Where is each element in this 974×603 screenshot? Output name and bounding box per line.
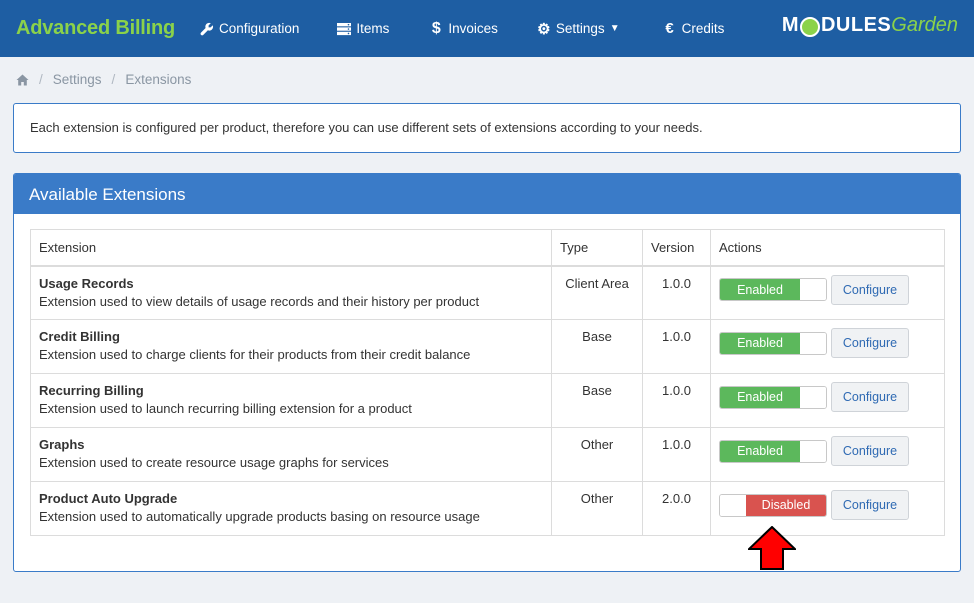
extension-version: 2.0.0 (642, 481, 711, 536)
configure-button[interactable]: Configure (831, 328, 909, 358)
breadcrumb-separator: / (39, 72, 43, 87)
toggle-knob (800, 440, 826, 462)
table-row: Credit Billing Extension used to charge c… (30, 319, 945, 374)
info-text: Each extension is configured per product… (30, 120, 703, 135)
globe-icon (799, 16, 820, 37)
configure-button[interactable]: Configure (831, 490, 909, 520)
status-toggle[interactable]: Enabled (719, 278, 827, 301)
server-icon (336, 21, 352, 37)
extension-description: Extension used to charge clients for the… (39, 347, 471, 362)
nav-configuration-label: Configuration (219, 21, 300, 36)
nav-credits[interactable]: € Credits (662, 0, 725, 57)
gear-icon: ⚙ (537, 20, 551, 38)
chevron-down-icon: ▼ (609, 23, 620, 34)
extensions-panel: Available Extensions Extension Type Vers… (13, 173, 961, 572)
column-header-version: Version (642, 229, 711, 267)
breadcrumb: / Settings / Extensions (16, 72, 191, 87)
toggle-knob (800, 332, 826, 354)
nav-settings-label: Settings (555, 21, 605, 36)
nav-items-label: Items (356, 21, 390, 36)
home-icon[interactable] (16, 74, 29, 86)
extension-type: Base (551, 373, 643, 428)
wrench-icon (199, 21, 215, 37)
nav-invoices[interactable]: $ Invoices (428, 0, 498, 57)
top-navbar: Advanced Billing Configuration Items $ I… (0, 0, 974, 57)
extensions-table: Extension Type Version Actions Usage Rec… (30, 229, 945, 536)
extension-version: 1.0.0 (642, 265, 711, 320)
extension-name: Credit Billing (39, 329, 120, 344)
status-toggle[interactable]: Enabled (719, 385, 827, 409)
table-row: Usage Records Extension used to view deta… (30, 265, 945, 320)
toggle-label-enabled: Enabled (720, 440, 800, 462)
configure-button[interactable]: Configure (831, 274, 909, 305)
toggle-knob (800, 279, 826, 300)
extension-type: Base (551, 319, 643, 374)
toggle-knob (800, 386, 826, 408)
toggle-label-enabled: Enabled (720, 332, 800, 354)
extension-description: Extension used to automatically upgrade … (39, 509, 480, 524)
brand-title[interactable]: Advanced Billing (16, 17, 175, 40)
extension-description: Extension used to launch recurring billi… (39, 401, 412, 416)
modulesgarden-logo: M DULES Garden (781, 14, 958, 37)
status-toggle[interactable]: Enabled (719, 331, 827, 355)
breadcrumb-extensions: Extensions (125, 72, 192, 87)
extension-name: Graphs (39, 437, 85, 452)
toggle-label-enabled: Enabled (720, 279, 800, 300)
table-row: Graphs Extension used to create resource … (30, 427, 945, 482)
extension-type: Other (551, 481, 643, 536)
nav-items[interactable]: Items (336, 0, 389, 57)
nav-invoices-label: Invoices (448, 21, 498, 36)
extension-name: Usage Records (39, 275, 134, 291)
extension-version: 1.0.0 (642, 427, 711, 482)
status-toggle[interactable]: Enabled (719, 439, 827, 463)
nav-settings[interactable]: ⚙ Settings ▼ (536, 0, 620, 57)
status-toggle[interactable]: Disabled (719, 493, 827, 517)
toggle-knob (720, 494, 746, 516)
configure-button[interactable]: Configure (831, 382, 909, 412)
extension-name: Recurring Billing (39, 383, 144, 398)
table-header-row: Extension Type Version Actions (30, 229, 945, 267)
toggle-label-disabled: Disabled (746, 494, 826, 516)
column-header-type: Type (551, 229, 643, 267)
column-header-extension: Extension (30, 229, 552, 267)
extension-type: Client Area (551, 265, 643, 320)
extension-version: 1.0.0 (642, 319, 711, 374)
euro-icon: € (665, 20, 674, 37)
configure-button[interactable]: Configure (831, 436, 909, 466)
panel-title: Available Extensions (14, 174, 960, 214)
extension-version: 1.0.0 (642, 373, 711, 428)
table-row: Product Auto Upgrade Extension used to au… (30, 481, 945, 536)
nav-configuration[interactable]: Configuration (199, 0, 299, 57)
extension-type: Other (551, 427, 643, 482)
table-row: Recurring Billing Extension used to launc… (30, 373, 945, 428)
extension-description: Extension used to create resource usage … (39, 455, 389, 470)
extension-description: Extension used to view details of usage … (39, 293, 480, 309)
dollar-icon: $ (431, 19, 441, 37)
info-box: Each extension is configured per product… (13, 103, 961, 153)
column-header-actions: Actions (710, 229, 945, 267)
extensions-table-wrap: Extension Type Version Actions Usage Rec… (30, 229, 945, 536)
breadcrumb-separator: / (111, 72, 116, 87)
extension-name: Product Auto Upgrade (39, 491, 178, 506)
nav-credits-label: Credits (681, 21, 725, 36)
red-arrow-annotation (748, 526, 796, 570)
toggle-label-enabled: Enabled (720, 386, 800, 408)
breadcrumb-settings[interactable]: Settings (53, 72, 102, 87)
